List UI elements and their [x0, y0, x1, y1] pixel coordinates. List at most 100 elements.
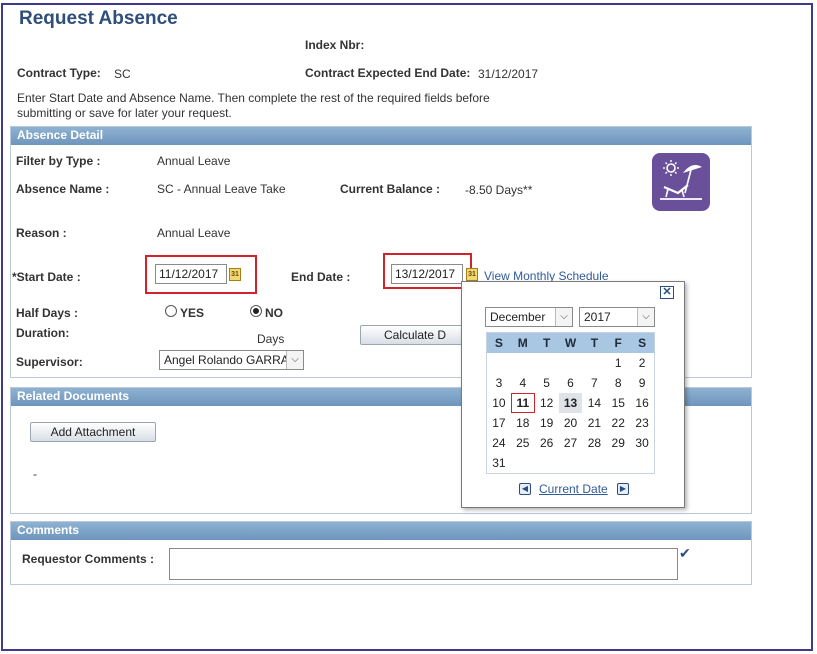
calendar-day-headers: S M T W T F S	[487, 333, 654, 353]
chevron-down-icon: ⌵	[555, 308, 572, 326]
filter-by-type-label: Filter by Type :	[16, 154, 101, 168]
close-icon[interactable]: ✕	[660, 286, 674, 299]
calendar-day[interactable]: 24	[487, 433, 511, 453]
month-select[interactable]: December ⌵	[485, 307, 573, 327]
calendar-day[interactable]: 29	[606, 433, 630, 453]
calendar-day[interactable]: 14	[582, 393, 606, 413]
month-value: December	[490, 310, 546, 324]
half-days-yes-radio[interactable]	[165, 305, 177, 317]
calendar-empty-cell	[511, 453, 535, 473]
calendar-week: 12	[487, 353, 654, 373]
spellcheck-icon[interactable]: ✔	[679, 546, 697, 560]
attachment-placeholder: -	[33, 467, 37, 481]
calendar-day[interactable]: 4	[511, 373, 535, 393]
calendar-day[interactable]: 23	[630, 413, 654, 433]
absence-name-value: SC - Annual Leave Take	[157, 182, 286, 196]
calendar-day[interactable]: 18	[511, 413, 535, 433]
filter-by-type-value: Annual Leave	[157, 154, 231, 168]
calendar-day[interactable]: 9	[630, 373, 654, 393]
day-header: S	[638, 336, 647, 350]
day-header: M	[517, 336, 528, 350]
calendar-day[interactable]: 1	[606, 353, 630, 373]
calendar-day[interactable]: 26	[535, 433, 559, 453]
end-date-label: End Date :	[291, 270, 351, 284]
calendar-day[interactable]: 5	[535, 373, 559, 393]
calendar-empty-cell	[582, 453, 606, 473]
calendar-day[interactable]: 22	[606, 413, 630, 433]
beach-chair-sun-icon	[652, 153, 710, 211]
calendar-day[interactable]: 13	[558, 393, 583, 413]
previous-month-icon[interactable]: ◀	[519, 483, 531, 495]
instructions-line-2: submitting or save for later your reques…	[17, 106, 232, 120]
calendar-day[interactable]: 6	[559, 373, 583, 393]
contract-end-value: 31/12/2017	[478, 67, 539, 81]
calendar-empty-cell	[559, 453, 583, 473]
duration-label: Duration:	[16, 326, 70, 340]
supervisor-select[interactable]: Angel Rolando GARRA ⌵	[159, 350, 304, 370]
calendar-day[interactable]: 3	[487, 373, 511, 393]
contract-end-label: Contract Expected End Date:	[305, 66, 471, 80]
half-days-label: Half Days :	[16, 306, 79, 320]
calendar-day[interactable]: 11	[510, 393, 535, 413]
add-attachment-button[interactable]: Add Attachment	[30, 422, 156, 442]
day-header: W	[564, 336, 577, 350]
calendar-day[interactable]: 17	[487, 413, 511, 433]
index-nbr-label: Index Nbr:	[305, 38, 365, 52]
calculate-duration-button[interactable]: Calculate D	[360, 325, 470, 345]
calendar-empty-cell	[559, 353, 583, 373]
absence-detail-header: Absence Detail	[11, 127, 751, 145]
calendar-empty-cell	[487, 353, 511, 373]
calendar-day[interactable]: 21	[582, 413, 606, 433]
date-picker-popup: ✕ December ⌵ 2017 ⌵ S M T W T F S 123456…	[461, 281, 685, 508]
end-date-input[interactable]: 13/12/2017	[391, 264, 463, 284]
day-header: T	[590, 336, 599, 350]
calendar-day[interactable]: 8	[606, 373, 630, 393]
day-header: S	[494, 336, 503, 350]
requestor-comments-label: Requestor Comments :	[22, 552, 155, 566]
instructions-line-1: Enter Start Date and Absence Name. Then …	[17, 91, 490, 105]
year-select[interactable]: 2017 ⌵	[579, 307, 655, 327]
calendar-day[interactable]: 19	[535, 413, 559, 433]
calendar-empty-cell	[535, 353, 559, 373]
half-days-yes-label: YES	[180, 306, 205, 320]
calendar-day[interactable]: 27	[559, 433, 583, 453]
chevron-down-icon: ⌵	[286, 351, 303, 369]
calendar-day[interactable]: 20	[559, 413, 583, 433]
calendar-empty-cell	[606, 453, 630, 473]
half-days-no-label: NO	[265, 306, 283, 320]
calendar-day[interactable]: 15	[606, 393, 630, 413]
contract-type-label: Contract Type:	[17, 66, 101, 80]
calendar-empty-cell	[535, 453, 559, 473]
start-date-label: *Start Date :	[12, 270, 81, 284]
current-balance-value: -8.50 Days**	[465, 183, 533, 197]
end-date-calendar-icon[interactable]: 31	[466, 268, 478, 281]
calendar-day[interactable]: 12	[535, 393, 559, 413]
calendar-week: 31	[487, 453, 654, 473]
calendar-day[interactable]: 7	[582, 373, 606, 393]
absence-name-label: Absence Name :	[16, 182, 110, 196]
calendar-week: 10 11 12 13 14 15 16	[487, 393, 654, 413]
page-title: Request Absence	[19, 8, 178, 29]
calendar-day[interactable]: 25	[511, 433, 535, 453]
half-days-no-radio[interactable]	[250, 305, 262, 317]
calendar-empty-cell	[630, 453, 654, 473]
start-date-input[interactable]: 11/12/2017	[155, 264, 227, 284]
start-date-calendar-icon[interactable]: 31	[229, 268, 241, 281]
calendar-day[interactable]: 10	[487, 393, 511, 413]
calendar-day[interactable]: 28	[582, 433, 606, 453]
calendar-day[interactable]: 16	[630, 393, 654, 413]
next-month-icon[interactable]: ▶	[617, 483, 629, 495]
calendar-week: 17 18 19 20 21 22 23	[487, 413, 654, 433]
calendar-empty-cell	[582, 353, 606, 373]
calendar-grid: S M T W T F S 1 2 3 4 5 6 7 8 9 10 11 12 13 14 15 16 17 1…	[486, 332, 655, 474]
requestor-comments-input[interactable]	[169, 548, 678, 580]
calendar-day[interactable]: 31	[487, 453, 511, 473]
calendar-week: 24 25 26 27 28 29 30	[487, 433, 654, 453]
calendar-weeks: 1 2 3 4 5 6 7 8 9 10 11 12 13 14 15 16 17 18 19 20 21 22 23 24 2…	[487, 353, 654, 473]
duration-unit: Days	[257, 332, 285, 346]
current-date-link[interactable]: Current Date	[539, 482, 608, 496]
calendar-day[interactable]: 2	[630, 353, 654, 373]
supervisor-value: Angel Rolando GARRA	[164, 353, 289, 367]
calendar-day[interactable]: 30	[630, 433, 654, 453]
supervisor-label: Supervisor:	[16, 355, 83, 369]
